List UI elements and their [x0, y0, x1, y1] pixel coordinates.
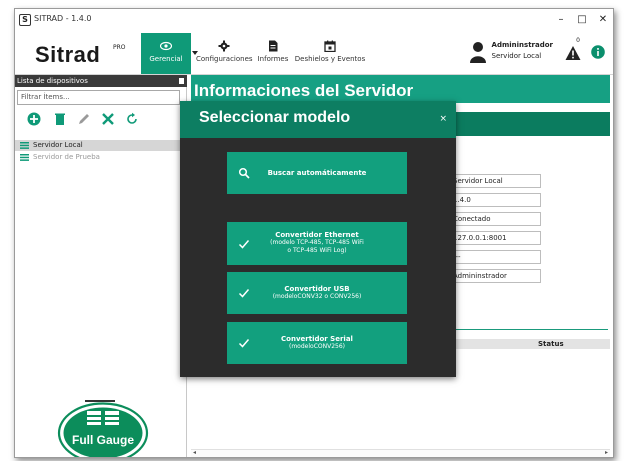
status-column-header[interactable]: Status — [538, 340, 564, 348]
option-label: Convertidor USB — [284, 285, 350, 293]
usb-converter-button[interactable]: Convertidor USB (modeloCONV32 o CONV256) — [227, 272, 407, 314]
sitrad-logo-sup: PRO — [113, 44, 126, 51]
ethernet-converter-button[interactable]: Convertidor Ethernet (modelo TCP-485, TC… — [227, 222, 407, 265]
gear-icon — [218, 40, 230, 52]
tab-label: Configuraciones — [196, 55, 253, 63]
device-list-panel: Lista de dispositivos Filtrar Ítems... S… — [15, 75, 187, 457]
option-sub: (modelo TCP-485, TCP-485 WiFi — [270, 239, 364, 246]
select-model-dialog: Seleccionar modelo × Buscar automáticame… — [180, 101, 456, 377]
serial-converter-button[interactable]: Convertidor Serial (modeloCONV256) — [227, 322, 407, 364]
option-sub: o TCP-485 WiFi Log) — [287, 247, 347, 254]
user-name: Admininstrador — [491, 41, 553, 49]
option-label: Convertidor Serial — [281, 335, 353, 343]
eye-icon — [160, 41, 172, 51]
maximize-button[interactable]: □ — [574, 12, 590, 28]
check-icon — [238, 239, 250, 249]
add-icon[interactable] — [27, 112, 41, 126]
svg-text:Full Gauge: Full Gauge — [72, 433, 134, 447]
server-icon — [20, 154, 29, 161]
divider — [450, 329, 608, 330]
tab-gerencial[interactable]: Gerencial — [141, 33, 191, 74]
server-extra-field: --- — [450, 250, 541, 264]
filter-input[interactable]: Filtrar Ítems... — [17, 90, 180, 105]
server-user-field: Admininstrador — [450, 269, 541, 283]
check-icon — [238, 339, 250, 348]
app-logo-icon: S — [19, 14, 31, 26]
full-gauge-logo: Full Gauge — [57, 402, 149, 457]
refresh-icon[interactable] — [125, 112, 139, 126]
device-label: Servidor de Prueba — [33, 153, 100, 161]
server-icon — [20, 142, 29, 149]
ribbon: Sitrad PRO Gerencial Configuraciones Inf… — [15, 33, 613, 75]
tab-label: Gerencial — [149, 55, 183, 63]
scroll-left-icon[interactable]: ◂ — [193, 449, 196, 456]
option-sub: (modeloCONV32 o CONV256) — [272, 293, 362, 300]
scroll-right-icon[interactable]: ▸ — [605, 449, 608, 456]
tab-label: Informes — [257, 55, 289, 63]
delete-icon[interactable] — [53, 112, 67, 126]
device-item-servidor-prueba[interactable]: Servidor de Prueba — [15, 152, 187, 163]
window-title: SITRAD - 1.4.0 — [34, 14, 92, 23]
device-label: Servidor Local — [33, 141, 83, 149]
warning-icon[interactable] — [565, 45, 581, 61]
close-button[interactable]: ✕ — [595, 12, 611, 28]
option-sub: (modeloCONV256) — [289, 343, 345, 350]
device-item-servidor-local[interactable]: Servidor Local — [15, 140, 187, 151]
document-icon — [269, 40, 278, 52]
edit-icon[interactable] — [77, 112, 91, 126]
server-status-field: Conectado — [450, 212, 541, 226]
user-menu[interactable]: Admininstrador Servidor Local — [469, 41, 553, 63]
auto-search-label: Buscar automáticamente — [267, 169, 367, 177]
alert-count-badge: 0 — [576, 37, 580, 44]
device-list-title: Lista de dispositivos — [17, 77, 88, 85]
device-list-header: Lista de dispositivos — [15, 75, 187, 87]
option-label: Convertidor Ethernet — [275, 231, 359, 239]
minimize-button[interactable]: – — [553, 12, 569, 28]
user-role: Servidor Local — [491, 52, 542, 60]
search-icon — [238, 167, 250, 179]
tools-icon[interactable] — [101, 112, 115, 126]
screen-background: S SITRAD - 1.4.0 – □ ✕ Sitrad PRO Gerenc… — [0, 0, 628, 461]
title-bar: S SITRAD - 1.4.0 – □ ✕ — [15, 9, 613, 33]
tab-deshielos-eventos[interactable]: Deshielos y Eventos — [294, 33, 366, 74]
dialog-title: Seleccionar modelo — [199, 109, 351, 126]
horizontal-scrollbar[interactable]: ◂ ▸ — [191, 449, 610, 457]
dialog-header: Seleccionar modelo × — [180, 101, 456, 138]
tab-label: Deshielos y Eventos — [294, 55, 366, 63]
info-icon[interactable] — [591, 45, 605, 59]
sitrad-logo: Sitrad — [35, 42, 101, 67]
server-info-title: Informaciones del Servidor — [194, 81, 414, 100]
check-icon — [238, 289, 250, 298]
table-header: Status — [450, 339, 610, 349]
server-name-field: Servidor Local — [450, 174, 541, 188]
user-icon — [469, 42, 486, 63]
server-info-header: Informaciones del Servidor — [191, 75, 610, 103]
pin-icon[interactable] — [179, 78, 184, 84]
server-version-field: 1.4.0 — [450, 193, 541, 207]
dialog-close-button[interactable]: × — [439, 114, 447, 124]
device-toolbar — [15, 109, 187, 129]
auto-search-button[interactable]: Buscar automáticamente — [227, 152, 407, 194]
calendar-icon — [324, 40, 336, 52]
tab-configuraciones[interactable]: Configuraciones — [196, 33, 253, 74]
tab-informes[interactable]: Informes — [255, 33, 291, 74]
server-address-field: 127.0.0.1:8001 — [450, 231, 541, 245]
